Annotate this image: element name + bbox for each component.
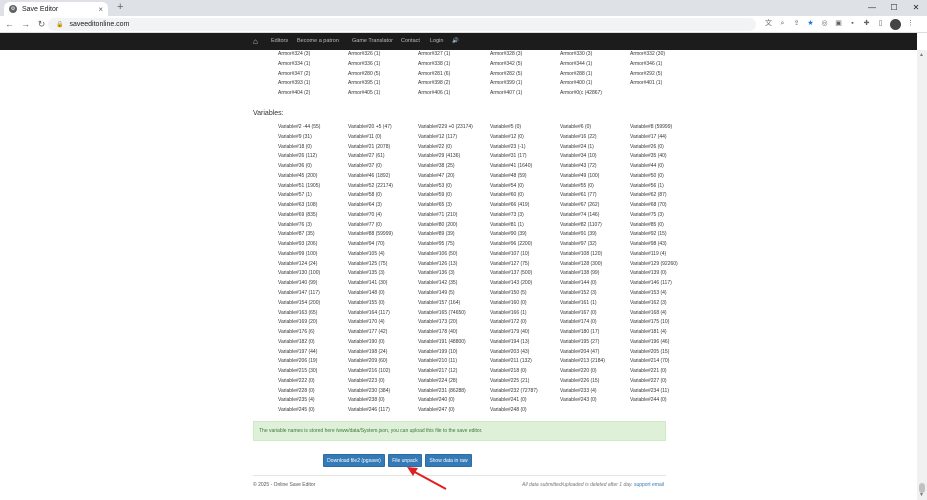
site-favicon-icon: ⚙ bbox=[9, 5, 17, 13]
page-content: Armor#324 (3) Armor#326 (1) Armor#327 (1) A… bbox=[0, 50, 917, 500]
arrow-shaft bbox=[410, 469, 447, 490]
translate-icon[interactable]: 文 bbox=[764, 18, 773, 30]
tab-title: Save Editor bbox=[22, 5, 59, 13]
menu-icon[interactable]: ⋮ bbox=[906, 18, 915, 30]
close-window-icon[interactable]: ✕ bbox=[905, 0, 927, 16]
nav-become-patron[interactable]: Become a patron bbox=[297, 38, 339, 44]
arrow-head bbox=[407, 467, 418, 476]
address-bar-row: ← → ↻ 🔒 saveeditonline.com 文 ⌕ ⇪ ★ ◎ ▣ ▪… bbox=[0, 16, 927, 33]
lock-icon: 🔒 bbox=[56, 22, 64, 28]
reload-icon[interactable]: ↻ bbox=[35, 19, 48, 30]
site-navbar: ⌂ Editors Become a patron Game Translato… bbox=[0, 33, 917, 50]
minimize-icon[interactable]: — bbox=[861, 0, 883, 16]
scroll-down-icon[interactable]: ▼ bbox=[919, 492, 924, 498]
extension-icon[interactable]: ◎ bbox=[820, 18, 829, 30]
new-tab-button[interactable]: + bbox=[117, 1, 123, 13]
extension-icon[interactable]: ▣ bbox=[834, 18, 843, 30]
sidebar-icon[interactable]: ▯ bbox=[876, 18, 885, 30]
puzzle-icon[interactable]: ✚ bbox=[862, 18, 871, 30]
maximize-icon[interactable]: ☐ bbox=[883, 0, 905, 16]
nav-login[interactable]: Login bbox=[430, 38, 443, 44]
scroll-up-icon[interactable]: ▲ bbox=[919, 52, 924, 58]
tab-close-icon[interactable]: × bbox=[98, 5, 103, 14]
back-icon[interactable]: ← bbox=[3, 19, 16, 29]
share-icon[interactable]: ⇪ bbox=[792, 18, 801, 30]
url-text: saveeditonline.com bbox=[69, 21, 130, 28]
profile-avatar[interactable] bbox=[890, 19, 901, 30]
nav-contact[interactable]: Contact bbox=[401, 38, 420, 44]
browser-tab-bar: ⚙ Save Editor × + — ☐ ✕ bbox=[0, 0, 927, 16]
nav-game-translator[interactable]: Game Translator bbox=[352, 38, 393, 44]
nav-sound-icon[interactable]: 🔊 bbox=[452, 38, 459, 44]
url-field[interactable]: 🔒 saveeditonline.com bbox=[48, 18, 756, 31]
toolbar-icons: 文 ⌕ ⇪ ★ ◎ ▣ ▪ ✚ ▯ ⋮ bbox=[764, 18, 915, 30]
home-icon[interactable]: ⌂ bbox=[253, 37, 258, 46]
page-scrollbar[interactable]: ▲ ▼ bbox=[917, 50, 927, 500]
window-controls: — ☐ ✕ bbox=[861, 0, 927, 16]
zoom-icon[interactable]: ⌕ bbox=[778, 18, 787, 30]
nav-editors[interactable]: Editors bbox=[271, 38, 288, 44]
red-arrow-annotation bbox=[407, 467, 447, 490]
forward-icon[interactable]: → bbox=[19, 19, 32, 29]
extension-icon[interactable]: ▪ bbox=[848, 18, 857, 30]
browser-tab[interactable]: ⚙ Save Editor × bbox=[4, 2, 108, 16]
bookmark-star-icon[interactable]: ★ bbox=[806, 18, 815, 30]
